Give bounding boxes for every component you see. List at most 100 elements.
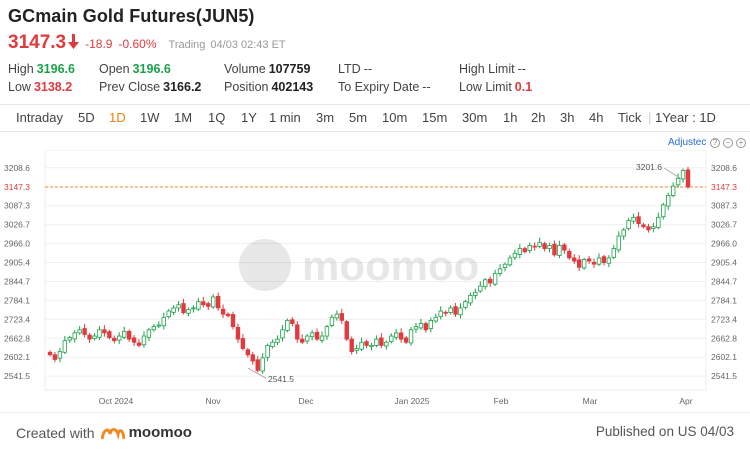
candle-body (379, 337, 384, 346)
candle (240, 333, 246, 351)
candle-body (675, 177, 681, 186)
tab-1q[interactable]: 1Q (208, 110, 225, 125)
candle-body (354, 348, 359, 351)
candle-body (517, 248, 523, 255)
candle-body (581, 259, 587, 269)
tab-1h[interactable]: 1h (503, 110, 517, 125)
candle-body (102, 329, 107, 334)
candle-body (171, 307, 176, 313)
candle (121, 326, 127, 340)
candle-body (324, 326, 330, 337)
candle-body (483, 279, 488, 288)
candle (591, 258, 597, 268)
candle-body (601, 256, 607, 264)
tab-5m[interactable]: 5m (349, 110, 367, 125)
candle-body (309, 332, 315, 338)
candle (126, 329, 132, 342)
candle (215, 292, 221, 311)
candle-body (670, 185, 676, 196)
candle (562, 242, 567, 254)
candle (314, 328, 320, 342)
price-row: 3147.3 -18.9 -0.60% Trading 04/03 02:43 … (8, 32, 286, 54)
tab-5d[interactable]: 5D (78, 110, 95, 125)
candle-body (497, 268, 503, 274)
candle-body (666, 195, 671, 207)
candle-body (62, 340, 68, 353)
candle-body (126, 330, 132, 340)
tab-1w[interactable]: 1W (140, 110, 160, 125)
price-chart[interactable]: moomoo 3208.6 3208.6 3147.3 3147.3 3087.3 308… (0, 150, 750, 412)
candle (661, 202, 666, 220)
candle-body (280, 329, 285, 339)
candle-body (656, 216, 661, 228)
candle (379, 333, 384, 349)
tab-tick[interactable]: Tick (618, 110, 641, 125)
y-tick-label-left: 3087.3 (4, 201, 30, 211)
tab-1m[interactable]: 1M (174, 110, 192, 125)
candle-body (542, 243, 547, 249)
candle-body (428, 320, 434, 329)
candle (344, 319, 349, 342)
tab-15m[interactable]: 15m (422, 110, 447, 125)
candle-body (334, 313, 340, 319)
created-with: Created with moomoo (16, 424, 192, 441)
candle-body (240, 338, 246, 349)
range-selector[interactable]: 1Year : 1D (655, 110, 716, 125)
trading-status: Trading (168, 39, 206, 51)
candle (225, 312, 231, 318)
candle-body (596, 257, 602, 265)
candle (136, 339, 142, 348)
tab-3h[interactable]: 3h (560, 110, 574, 125)
candle (626, 217, 631, 231)
adjusted-toggle[interactable]: Adjustec (668, 137, 706, 148)
candle (270, 339, 275, 349)
candle-body (621, 229, 626, 237)
y-tick-label-left: 2541.5 (4, 371, 30, 381)
candle-body (112, 337, 117, 342)
candle (522, 246, 527, 254)
candle (245, 347, 251, 358)
candle-body (572, 257, 577, 262)
candle-body (255, 359, 260, 371)
candle-body (586, 258, 592, 262)
tab-1y[interactable]: 1Y (241, 110, 257, 125)
candle (384, 340, 389, 350)
tab-4h[interactable]: 4h (589, 110, 603, 125)
zoom-in-icon[interactable]: + (736, 138, 746, 148)
candle (497, 264, 503, 277)
info-icon[interactable]: ? (710, 138, 720, 148)
candle-body (92, 335, 97, 339)
candle (463, 299, 468, 310)
x-tick-label: Mar (583, 396, 598, 406)
candle (606, 255, 612, 268)
candle-body (230, 314, 236, 328)
quote-timestamp: 04/03 02:43 ET (210, 39, 286, 51)
tab-intraday[interactable]: Intraday (16, 110, 63, 125)
y-tick-label-left: 2905.4 (4, 258, 30, 268)
candle (166, 309, 171, 319)
candle-body (215, 295, 221, 309)
candle (102, 325, 107, 337)
tab-1min[interactable]: 1 min (269, 110, 301, 125)
y-tick-label-left: 2602.1 (4, 352, 30, 362)
zoom-out-icon[interactable]: − (723, 138, 733, 148)
tab-3m[interactable]: 3m (316, 110, 334, 125)
candle (616, 231, 621, 253)
y-tick-label-right: 2844.7 (711, 276, 737, 286)
candle (433, 313, 438, 323)
candle-body (591, 261, 597, 265)
tab-30m[interactable]: 30m (462, 110, 487, 125)
brand-name: moomoo (128, 424, 192, 441)
candle (300, 334, 305, 345)
candle (156, 321, 162, 329)
tab-1d[interactable]: 1D (109, 110, 126, 125)
tab-2h[interactable]: 2h (531, 110, 545, 125)
candle-body (87, 334, 92, 340)
tab-10m[interactable]: 10m (382, 110, 407, 125)
candle (290, 316, 295, 327)
stat-high-limit: High Limit -- (459, 62, 526, 76)
divider (0, 412, 750, 413)
candle-body (547, 245, 552, 249)
candle-body (265, 344, 270, 358)
candle-body (211, 296, 216, 308)
